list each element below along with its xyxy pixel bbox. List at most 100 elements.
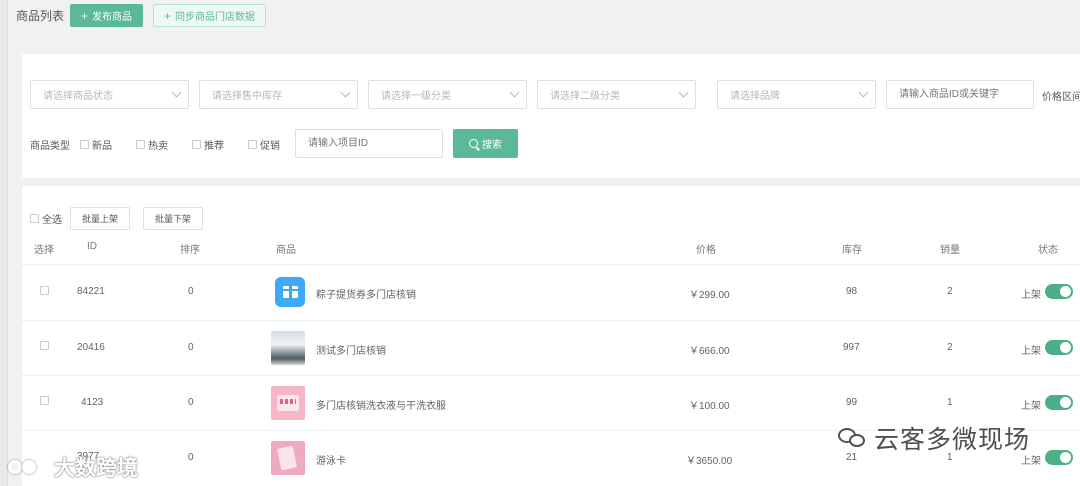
chevron-down-icon bbox=[171, 87, 182, 98]
column-header-sort: 排序 bbox=[180, 245, 200, 256]
publish-product-label: 发布商品 bbox=[92, 12, 133, 23]
select-all-label: 全选 bbox=[42, 215, 62, 226]
row-sales: 1 bbox=[947, 397, 953, 408]
table-row: 84221 0 粽子提货券多门店核销 ￥299.00 98 2 上架 bbox=[22, 265, 1080, 320]
category2-select-placeholder: 请选择二级分类 bbox=[550, 91, 620, 102]
wechat-icon bbox=[838, 426, 868, 451]
column-header-status: 状态 bbox=[1038, 245, 1058, 256]
publish-product-button[interactable]: + 发布商品 bbox=[70, 4, 144, 27]
row-id: 84221 bbox=[77, 286, 105, 297]
row-status-label: 上架 bbox=[1021, 401, 1041, 412]
row-status-label: 上架 bbox=[1021, 346, 1041, 357]
bulk-on-shelf-button[interactable]: 批量上架 bbox=[70, 207, 131, 230]
page-header: 商品列表 + 发布商品 + 同步商品门店数据 bbox=[16, 4, 267, 27]
status-toggle[interactable] bbox=[1045, 284, 1073, 299]
column-header-select: 选择 bbox=[34, 245, 54, 256]
filter-panel: 请选择商品状态 请选择售中库存 请选择一级分类 请选择二级分类 请选择品牌 价格… bbox=[22, 54, 1080, 178]
category2-select[interactable]: 请选择二级分类 bbox=[537, 80, 696, 109]
gift-icon bbox=[275, 277, 305, 307]
row-checkbox[interactable] bbox=[40, 396, 49, 405]
row-sales: 2 bbox=[947, 286, 953, 297]
price-range-label: 价格区间 bbox=[1042, 92, 1080, 103]
stock-select-placeholder: 请选择售中库存 bbox=[212, 91, 282, 102]
row-id: 4123 bbox=[81, 397, 104, 408]
type-new-checkbox[interactable]: 新品 bbox=[80, 137, 112, 152]
row-sort: 0 bbox=[188, 342, 194, 353]
product-thumbnail bbox=[271, 386, 305, 420]
status-toggle[interactable] bbox=[1045, 395, 1073, 410]
row-product-name[interactable]: 测试多门店核销 bbox=[316, 342, 386, 357]
search-label: 搜索 bbox=[482, 140, 502, 151]
category1-select[interactable]: 请选择一级分类 bbox=[368, 80, 527, 109]
column-header-product: 商品 bbox=[276, 245, 296, 256]
status-toggle[interactable] bbox=[1045, 450, 1073, 465]
keyword-input[interactable] bbox=[886, 80, 1034, 109]
row-price: ￥100.00 bbox=[689, 401, 730, 412]
row-product-name[interactable]: 游泳卡 bbox=[316, 452, 346, 467]
wechat-watermark: 云客多微现场 bbox=[838, 420, 1030, 456]
weibo-watermark-text: 大数跨境 bbox=[54, 457, 138, 480]
select-all-checkbox[interactable]: 全选 bbox=[30, 211, 62, 226]
type-recommend-label: 推荐 bbox=[204, 140, 224, 152]
row-stock: 98 bbox=[846, 286, 858, 297]
checkbox[interactable] bbox=[136, 139, 145, 149]
product-thumbnail bbox=[271, 441, 305, 475]
row-sort: 0 bbox=[188, 286, 194, 297]
table-row: 20416 0 测试多门店核销 ￥666.00 997 2 上架 bbox=[22, 321, 1080, 376]
row-sort: 0 bbox=[188, 452, 194, 463]
type-new-label: 新品 bbox=[92, 140, 112, 152]
page-title: 商品列表 bbox=[16, 9, 65, 23]
weibo-watermark: 大数跨境 bbox=[8, 452, 138, 482]
type-recommend-checkbox[interactable]: 推荐 bbox=[192, 137, 224, 152]
stock-select[interactable]: 请选择售中库存 bbox=[199, 80, 358, 109]
column-header-stock: 库存 bbox=[842, 245, 862, 256]
bulk-actions: 全选 批量上架 批量下架 bbox=[30, 207, 204, 230]
product-thumbnail bbox=[271, 331, 305, 365]
row-price: ￥3650.00 bbox=[686, 456, 733, 467]
product-type-row: 商品类型 新品 热卖 推荐 促销 bbox=[30, 136, 280, 152]
chevron-down-icon bbox=[678, 87, 689, 98]
row-product-name[interactable]: 粽子提货券多门店核销 bbox=[316, 286, 416, 301]
type-hot-label: 热卖 bbox=[148, 140, 168, 152]
bulk-off-shelf-button[interactable]: 批量下架 bbox=[143, 207, 204, 230]
checkbox[interactable] bbox=[30, 214, 39, 223]
left-scroll-strip bbox=[0, 0, 8, 486]
type-promo-label: 促销 bbox=[260, 140, 280, 152]
checkbox[interactable] bbox=[80, 139, 89, 149]
row-product-name[interactable]: 多门店核销洗衣液与干洗衣服 bbox=[316, 397, 446, 412]
type-hot-checkbox[interactable]: 热卖 bbox=[136, 137, 168, 152]
status-toggle[interactable] bbox=[1045, 340, 1073, 355]
wechat-watermark-text: 云客多微现场 bbox=[874, 426, 1031, 454]
sync-store-data-button[interactable]: + 同步商品门店数据 bbox=[153, 4, 267, 27]
search-button[interactable]: 搜索 bbox=[453, 129, 518, 158]
column-header-price: 价格 bbox=[696, 245, 716, 256]
project-id-input[interactable] bbox=[295, 129, 443, 158]
search-icon bbox=[469, 139, 478, 148]
chevron-down-icon bbox=[340, 87, 351, 98]
status-select[interactable]: 请选择商品状态 bbox=[30, 80, 189, 109]
chevron-down-icon bbox=[858, 87, 869, 98]
checkbox[interactable] bbox=[248, 139, 257, 149]
category1-select-placeholder: 请选择一级分类 bbox=[381, 91, 451, 102]
column-header-id: ID bbox=[87, 241, 97, 252]
product-type-label: 商品类型 bbox=[30, 140, 70, 152]
row-price: ￥666.00 bbox=[689, 346, 730, 357]
plus-icon: + bbox=[164, 8, 172, 23]
row-id: 20416 bbox=[77, 342, 105, 353]
status-select-placeholder: 请选择商品状态 bbox=[43, 91, 113, 102]
row-stock: 99 bbox=[846, 397, 858, 408]
weibo-icon bbox=[8, 456, 46, 478]
checkbox[interactable] bbox=[192, 139, 201, 149]
row-sales: 2 bbox=[947, 342, 953, 353]
row-stock: 997 bbox=[843, 342, 860, 353]
row-price: ￥299.00 bbox=[689, 290, 730, 301]
row-status-label: 上架 bbox=[1021, 290, 1041, 301]
row-sort: 0 bbox=[188, 397, 194, 408]
row-checkbox[interactable] bbox=[40, 286, 49, 295]
chevron-down-icon bbox=[509, 87, 520, 98]
brand-select[interactable]: 请选择品牌 bbox=[717, 80, 876, 109]
row-checkbox[interactable] bbox=[40, 341, 49, 350]
sync-store-data-label: 同步商品门店数据 bbox=[175, 12, 256, 23]
type-promo-checkbox[interactable]: 促销 bbox=[248, 137, 280, 152]
brand-select-placeholder: 请选择品牌 bbox=[730, 91, 780, 102]
